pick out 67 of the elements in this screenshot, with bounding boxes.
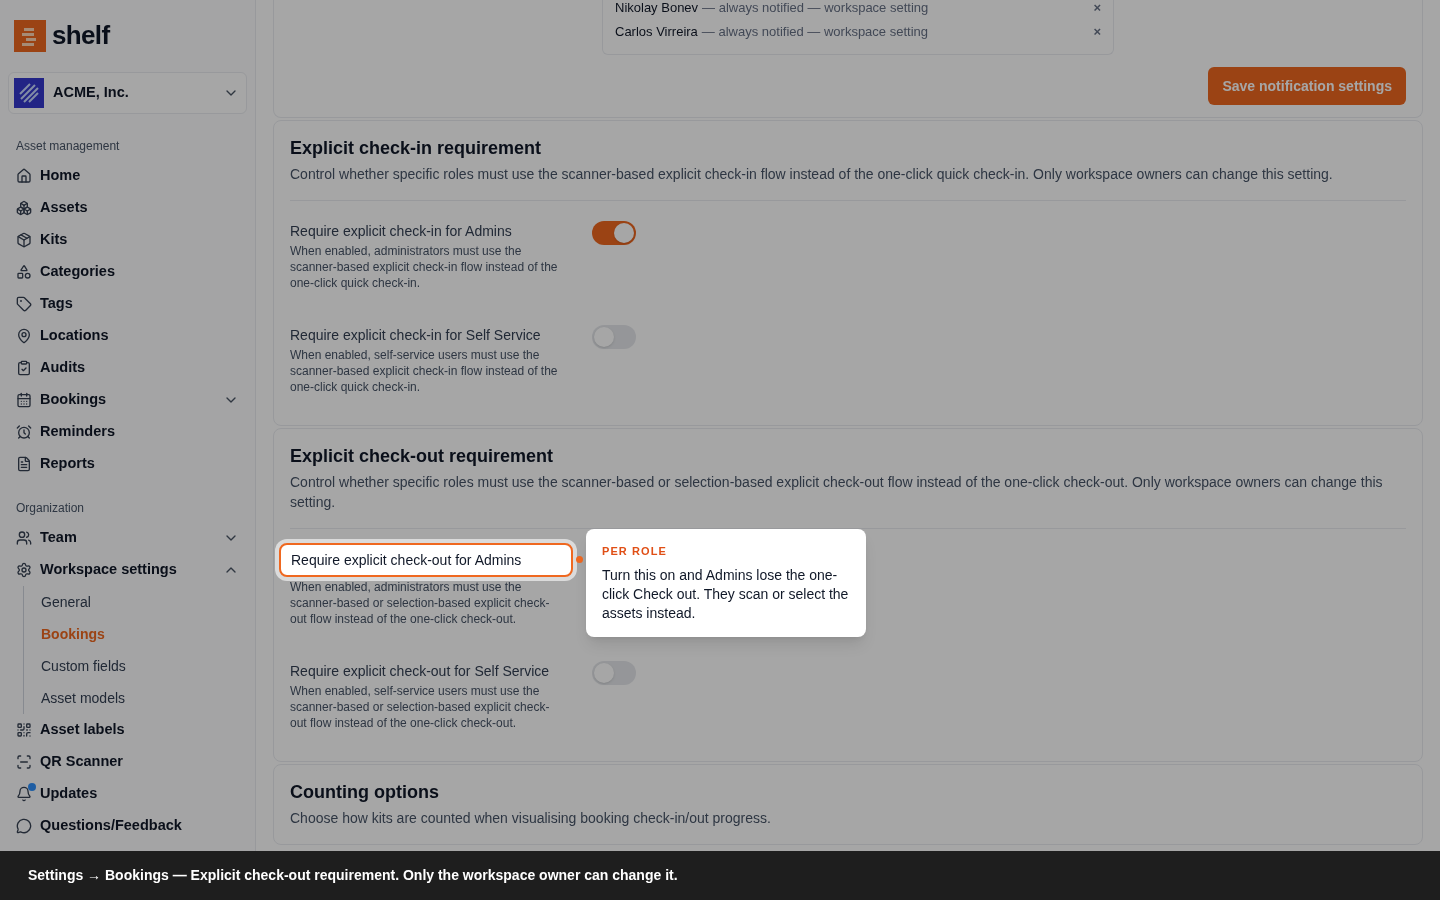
sidebar-item[interactable]: Kits [8,224,247,256]
recipient-note: — always notified — workspace setting [702,0,930,18]
sidebar-heading: Organization [15,500,86,517]
sidebar-item[interactable]: Workspace settings [8,554,247,586]
workspace-avatar-icon [14,78,44,108]
sidebar-item[interactable]: Questions/Feedback [8,810,247,842]
sidebar-item[interactable]: Audits [8,352,247,384]
setting-description: When enabled, self-service users must use the scanner-based or selection-based explicit check-out flow instead of the one-click check-out. [290,683,551,731]
setting-label: Require explicit check-out for Self Service [290,662,551,681]
home-icon [16,168,32,184]
sidebar-subitem[interactable]: General [41,586,255,618]
bell-icon [16,786,32,802]
remove-button[interactable]: × [1093,0,1101,18]
recipient-note: — always notified — workspace setting [701,23,929,42]
section-description: Control whether specific roles must use the scanner-based explicit check-in flow instead of the one-click quick check-in. Only workspace owners can change this setting. [290,165,1334,184]
section-description: Choose how kits are counted when visualising booking check-in/out progress. [290,809,772,828]
document-icon [16,456,32,472]
section-title: Counting options [290,781,440,804]
alarm-clock-icon [16,424,32,440]
shapes-icon [16,264,32,280]
tooltip-text: Turn this on and Admins lose the one-click Check out. They scan or select the assets instead. [602,565,850,623]
users-icon [16,530,32,546]
toggle-switch[interactable] [592,221,636,245]
sidebar-item[interactable]: Team [8,522,247,554]
setting-label: Require explicit check-in for Self Service [290,326,542,345]
setting-description: When enabled, self-service users must use the scanner-based explicit check-in flow instead of the one-click quick check-in. [290,347,559,395]
section-title: Explicit check-out requirement [290,445,555,468]
settings-icon [16,562,32,578]
sidebar-item[interactable]: Asset labels [8,714,247,746]
remove-button[interactable]: × [1093,22,1101,42]
sidebar-item[interactable]: Reports [8,448,247,480]
sidebar-item[interactable]: Locations [8,320,247,352]
sidebar-item[interactable]: Categories [8,256,247,288]
tooltip-eyebrow: PER ROLE [602,544,669,559]
chat-bubble-icon [16,818,32,834]
sidebar-subitem[interactable]: Custom fields [41,650,255,682]
sidebar-item[interactable]: Updates [8,778,247,810]
sidebar-item[interactable]: Home [8,160,247,192]
sidebar-item[interactable]: Assets [8,192,247,224]
sidebar-subitem[interactable]: Asset models [41,682,255,714]
sidebar-item[interactable]: Reminders [8,416,247,448]
setting-label: Require explicit check-in for Admins [290,222,513,241]
section-title: Explicit check-in requirement [290,137,543,160]
qr-code-icon [16,722,32,738]
recipient-name: Carlos Virreira [615,23,698,42]
section-description: Control whether specific roles must use the scanner-based or selection-based explicit check-out flow instead of the one-click check-out. Only workspace owners can change this setting. [290,473,1384,512]
logo-icon [14,19,46,52]
sidebar-item[interactable]: Tags [8,288,247,320]
boxes-icon [16,200,32,216]
tag-icon [16,296,32,312]
clipboard-check-icon [16,360,32,376]
brand-name: shelf [52,19,110,52]
sidebar-heading: Asset management [15,138,121,155]
scan-icon [16,754,32,770]
sidebar-item[interactable]: QR Scanner [8,746,247,778]
toggle-switch[interactable] [592,661,636,685]
toggle-switch[interactable] [592,325,636,349]
calendar-icon [16,392,32,408]
setting-description: When enabled, administrators must use the scanner-based or selection-based explicit check-out flow instead of the one-click check-out. [290,579,551,627]
package-icon [16,232,32,248]
recipient-name: Nikolay Bonev [615,0,699,18]
caption-text: Settings → Bookings — Explicit check-out requirement. Only the workspace owner can change it. [28,866,678,885]
sidebar-item[interactable]: Bookings [8,384,247,416]
setting-description: When enabled, administrators must use the scanner-based explicit check-in flow instead of the one-click quick check-in. [290,243,559,291]
workspace-switcher[interactable]: ACME, Inc. [8,72,247,114]
map-pin-icon [16,328,32,344]
setting-label: Require explicit check-out for Admins [279,543,573,577]
